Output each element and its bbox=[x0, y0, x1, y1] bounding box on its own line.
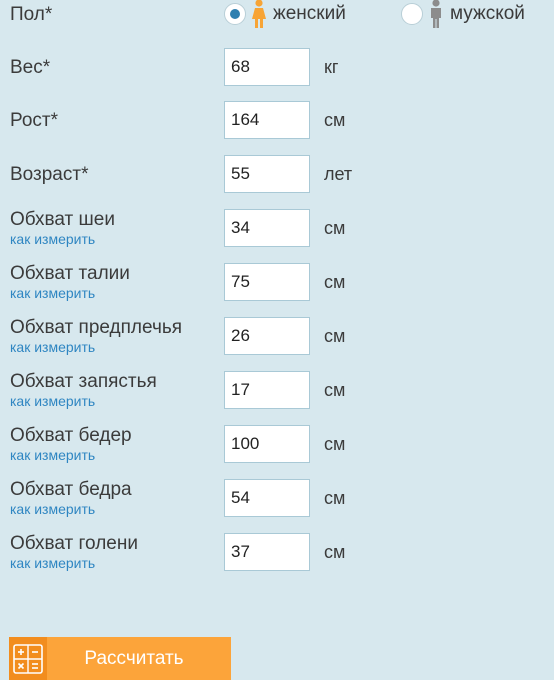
gender-row: Пол* женский мужской bbox=[0, 0, 554, 32]
wrist-label: Обхват запястья bbox=[10, 371, 157, 392]
forearm-label: Обхват предплечья bbox=[10, 317, 183, 338]
field-row-age: Возраст* лет bbox=[0, 155, 554, 193]
field-row-neck: Обхват шеи как измерить см bbox=[0, 209, 554, 247]
gender-label: Пол* bbox=[10, 4, 53, 25]
field-row-forearm: Обхват предплечья как измерить см bbox=[0, 317, 554, 355]
calf-measure-link[interactable]: как измерить bbox=[10, 555, 95, 571]
height-label: Рост* bbox=[10, 110, 59, 131]
forearm-unit: см bbox=[324, 326, 346, 346]
hips-measure-link[interactable]: как измерить bbox=[10, 447, 95, 463]
thigh-unit: см bbox=[324, 488, 346, 508]
wrist-unit: см bbox=[324, 380, 346, 400]
calculate-button-label: Рассчитать bbox=[84, 647, 184, 669]
female-label: женский bbox=[273, 3, 346, 24]
thigh-label: Обхват бедра bbox=[10, 479, 132, 500]
field-row-waist: Обхват талии как измерить см bbox=[0, 263, 554, 301]
waist-input[interactable] bbox=[224, 263, 310, 301]
field-row-hips: Обхват бедер как измерить см bbox=[0, 425, 554, 463]
neck-measure-link[interactable]: как измерить bbox=[10, 231, 95, 247]
age-input[interactable] bbox=[224, 155, 310, 193]
field-row-thigh: Обхват бедра как измерить см bbox=[0, 479, 554, 517]
weight-unit: кг bbox=[324, 57, 339, 77]
field-row-weight: Вес* кг bbox=[0, 48, 554, 86]
forearm-input[interactable] bbox=[224, 317, 310, 355]
calculate-button[interactable]: Рассчитать bbox=[9, 637, 231, 680]
waist-unit: см bbox=[324, 272, 346, 292]
waist-measure-link[interactable]: как измерить bbox=[10, 285, 95, 301]
age-label: Возраст* bbox=[10, 164, 89, 185]
calculator-icon-box bbox=[9, 637, 47, 680]
female-person-icon bbox=[252, 0, 266, 28]
male-radio[interactable] bbox=[401, 3, 423, 25]
calf-input[interactable] bbox=[224, 533, 310, 571]
neck-input[interactable] bbox=[224, 209, 310, 247]
calf-label: Обхват голени bbox=[10, 533, 138, 554]
male-label: мужской bbox=[450, 3, 525, 24]
calculator-icon bbox=[13, 643, 43, 674]
hips-input[interactable] bbox=[224, 425, 310, 463]
field-row-calf: Обхват голени как измерить см bbox=[0, 533, 554, 571]
weight-input[interactable] bbox=[224, 48, 310, 86]
calf-unit: см bbox=[324, 542, 346, 562]
height-input[interactable] bbox=[224, 101, 310, 139]
waist-label: Обхват талии bbox=[10, 263, 130, 284]
wrist-input[interactable] bbox=[224, 371, 310, 409]
female-radio[interactable] bbox=[224, 3, 246, 25]
hips-label: Обхват бедер bbox=[10, 425, 132, 446]
hips-unit: см bbox=[324, 434, 346, 454]
thigh-measure-link[interactable]: как измерить bbox=[10, 501, 95, 517]
thigh-input[interactable] bbox=[224, 479, 310, 517]
field-row-wrist: Обхват запястья как измерить см bbox=[0, 371, 554, 409]
height-unit: см bbox=[324, 110, 346, 130]
gender-option-female[interactable]: женский bbox=[224, 0, 346, 28]
age-unit: лет bbox=[324, 164, 353, 184]
wrist-measure-link[interactable]: как измерить bbox=[10, 393, 95, 409]
male-person-icon bbox=[431, 0, 441, 28]
weight-label: Вес* bbox=[10, 57, 51, 78]
neck-unit: см bbox=[324, 218, 346, 238]
forearm-measure-link[interactable]: как измерить bbox=[10, 339, 95, 355]
neck-label: Обхват шеи bbox=[10, 209, 115, 230]
gender-option-male[interactable]: мужской bbox=[401, 0, 525, 28]
field-row-height: Рост* см bbox=[0, 101, 554, 139]
